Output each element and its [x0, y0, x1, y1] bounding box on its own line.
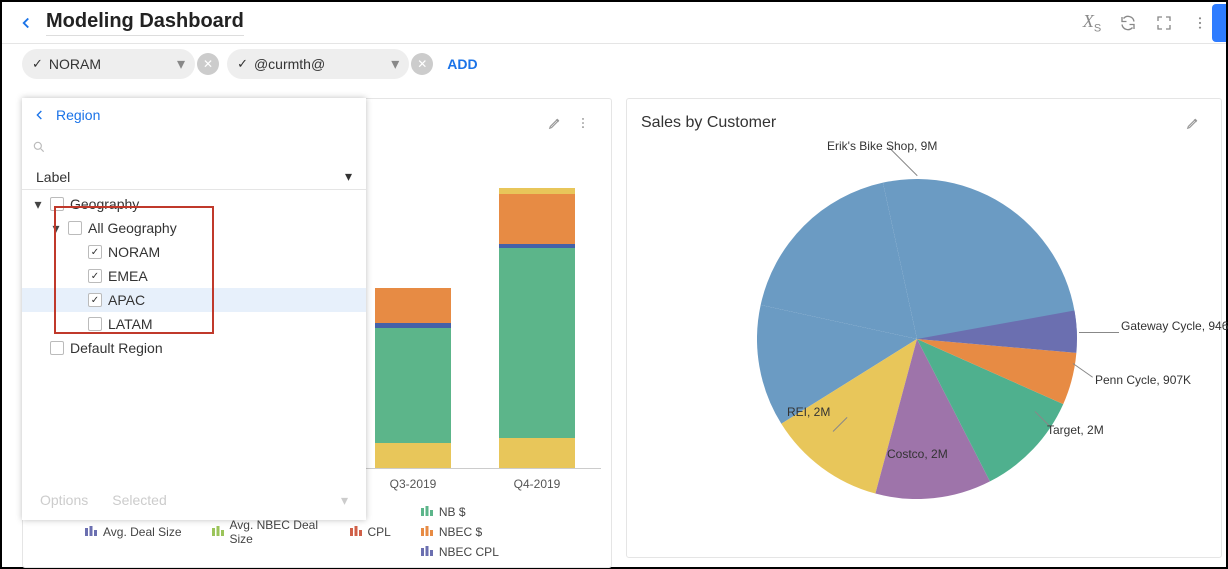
- edit-icon[interactable]: [1179, 109, 1207, 137]
- right-edge-accent: [1212, 4, 1226, 42]
- fullscreen-icon[interactable]: [1146, 5, 1182, 41]
- chip-remove-curmth[interactable]: ✕: [411, 53, 433, 75]
- back-button[interactable]: [10, 7, 42, 39]
- edit-icon[interactable]: [541, 109, 569, 137]
- pie-label-rei: REI, 2M: [787, 405, 830, 419]
- checkbox[interactable]: [50, 341, 64, 355]
- pie-label-target: Target, 2M: [1047, 423, 1104, 437]
- app-header: Modeling Dashboard XS: [2, 2, 1226, 44]
- dropdown-search[interactable]: [22, 132, 366, 162]
- chevron-down-icon: ▾: [177, 54, 185, 74]
- filter-chip-curmth[interactable]: ✓ @curmth@ ▾: [227, 49, 409, 79]
- chevron-down-icon: ▾: [341, 492, 348, 509]
- caret-down-icon: ▾: [32, 196, 44, 213]
- legend-item[interactable]: Avg. Deal Size: [85, 525, 182, 539]
- refresh-icon[interactable]: [1110, 5, 1146, 41]
- legend-item[interactable]: NBEC $: [421, 525, 482, 539]
- filter-bar: ✓ NORAM ▾ ✕ ✓ @curmth@ ▾ ✕ ADD: [2, 44, 1226, 84]
- dropdown-breadcrumb-back[interactable]: Region: [22, 98, 366, 132]
- chevron-down-icon: ▾: [345, 168, 352, 185]
- chevron-down-icon: ▾: [391, 54, 399, 74]
- filter-chip-noram[interactable]: ✓ NORAM ▾: [22, 49, 195, 79]
- dropdown-options[interactable]: Options: [40, 492, 88, 508]
- page-title: Modeling Dashboard: [46, 10, 244, 36]
- right-card-title: Sales by Customer: [641, 114, 1179, 132]
- pie-label-erik: Erik's Bike Shop, 9M: [827, 139, 937, 153]
- pie-label-penn: Penn Cycle, 907K: [1095, 373, 1191, 387]
- dropdown-label-selector[interactable]: Label ▾: [22, 162, 366, 190]
- chip-remove-noram[interactable]: ✕: [197, 53, 219, 75]
- add-filter-link[interactable]: ADD: [447, 56, 477, 72]
- legend-item[interactable]: NBEC CPL: [421, 545, 499, 559]
- legend-item[interactable]: CPL: [350, 525, 391, 539]
- check-icon: ✓: [32, 56, 43, 72]
- chip-label: NORAM: [49, 56, 101, 72]
- overflow-menu-icon[interactable]: [569, 109, 597, 137]
- bar-q4: [499, 188, 575, 468]
- dropdown-footer: Options Selected ▾: [22, 480, 366, 520]
- xs-icon[interactable]: XS: [1074, 5, 1110, 41]
- legend-item[interactable]: NB $: [421, 505, 466, 519]
- annotation-highlight-box: [54, 206, 214, 334]
- check-icon: ✓: [237, 56, 248, 72]
- dropdown-selected[interactable]: Selected: [112, 492, 166, 508]
- sales-by-customer-card: Sales by Customer: [626, 98, 1222, 558]
- region-dropdown-panel: Region Label ▾ ▾ Geography ▾ All Geograp…: [22, 98, 366, 520]
- chip-label: @curmth@: [254, 56, 325, 72]
- legend-item[interactable]: Avg. NBEC Deal Size: [212, 518, 320, 546]
- pie-label-costco: Costco, 2M: [887, 447, 948, 461]
- pie-label-gateway: Gateway Cycle, 946K: [1121, 319, 1228, 333]
- tree-node-default-region[interactable]: Default Region: [22, 336, 366, 360]
